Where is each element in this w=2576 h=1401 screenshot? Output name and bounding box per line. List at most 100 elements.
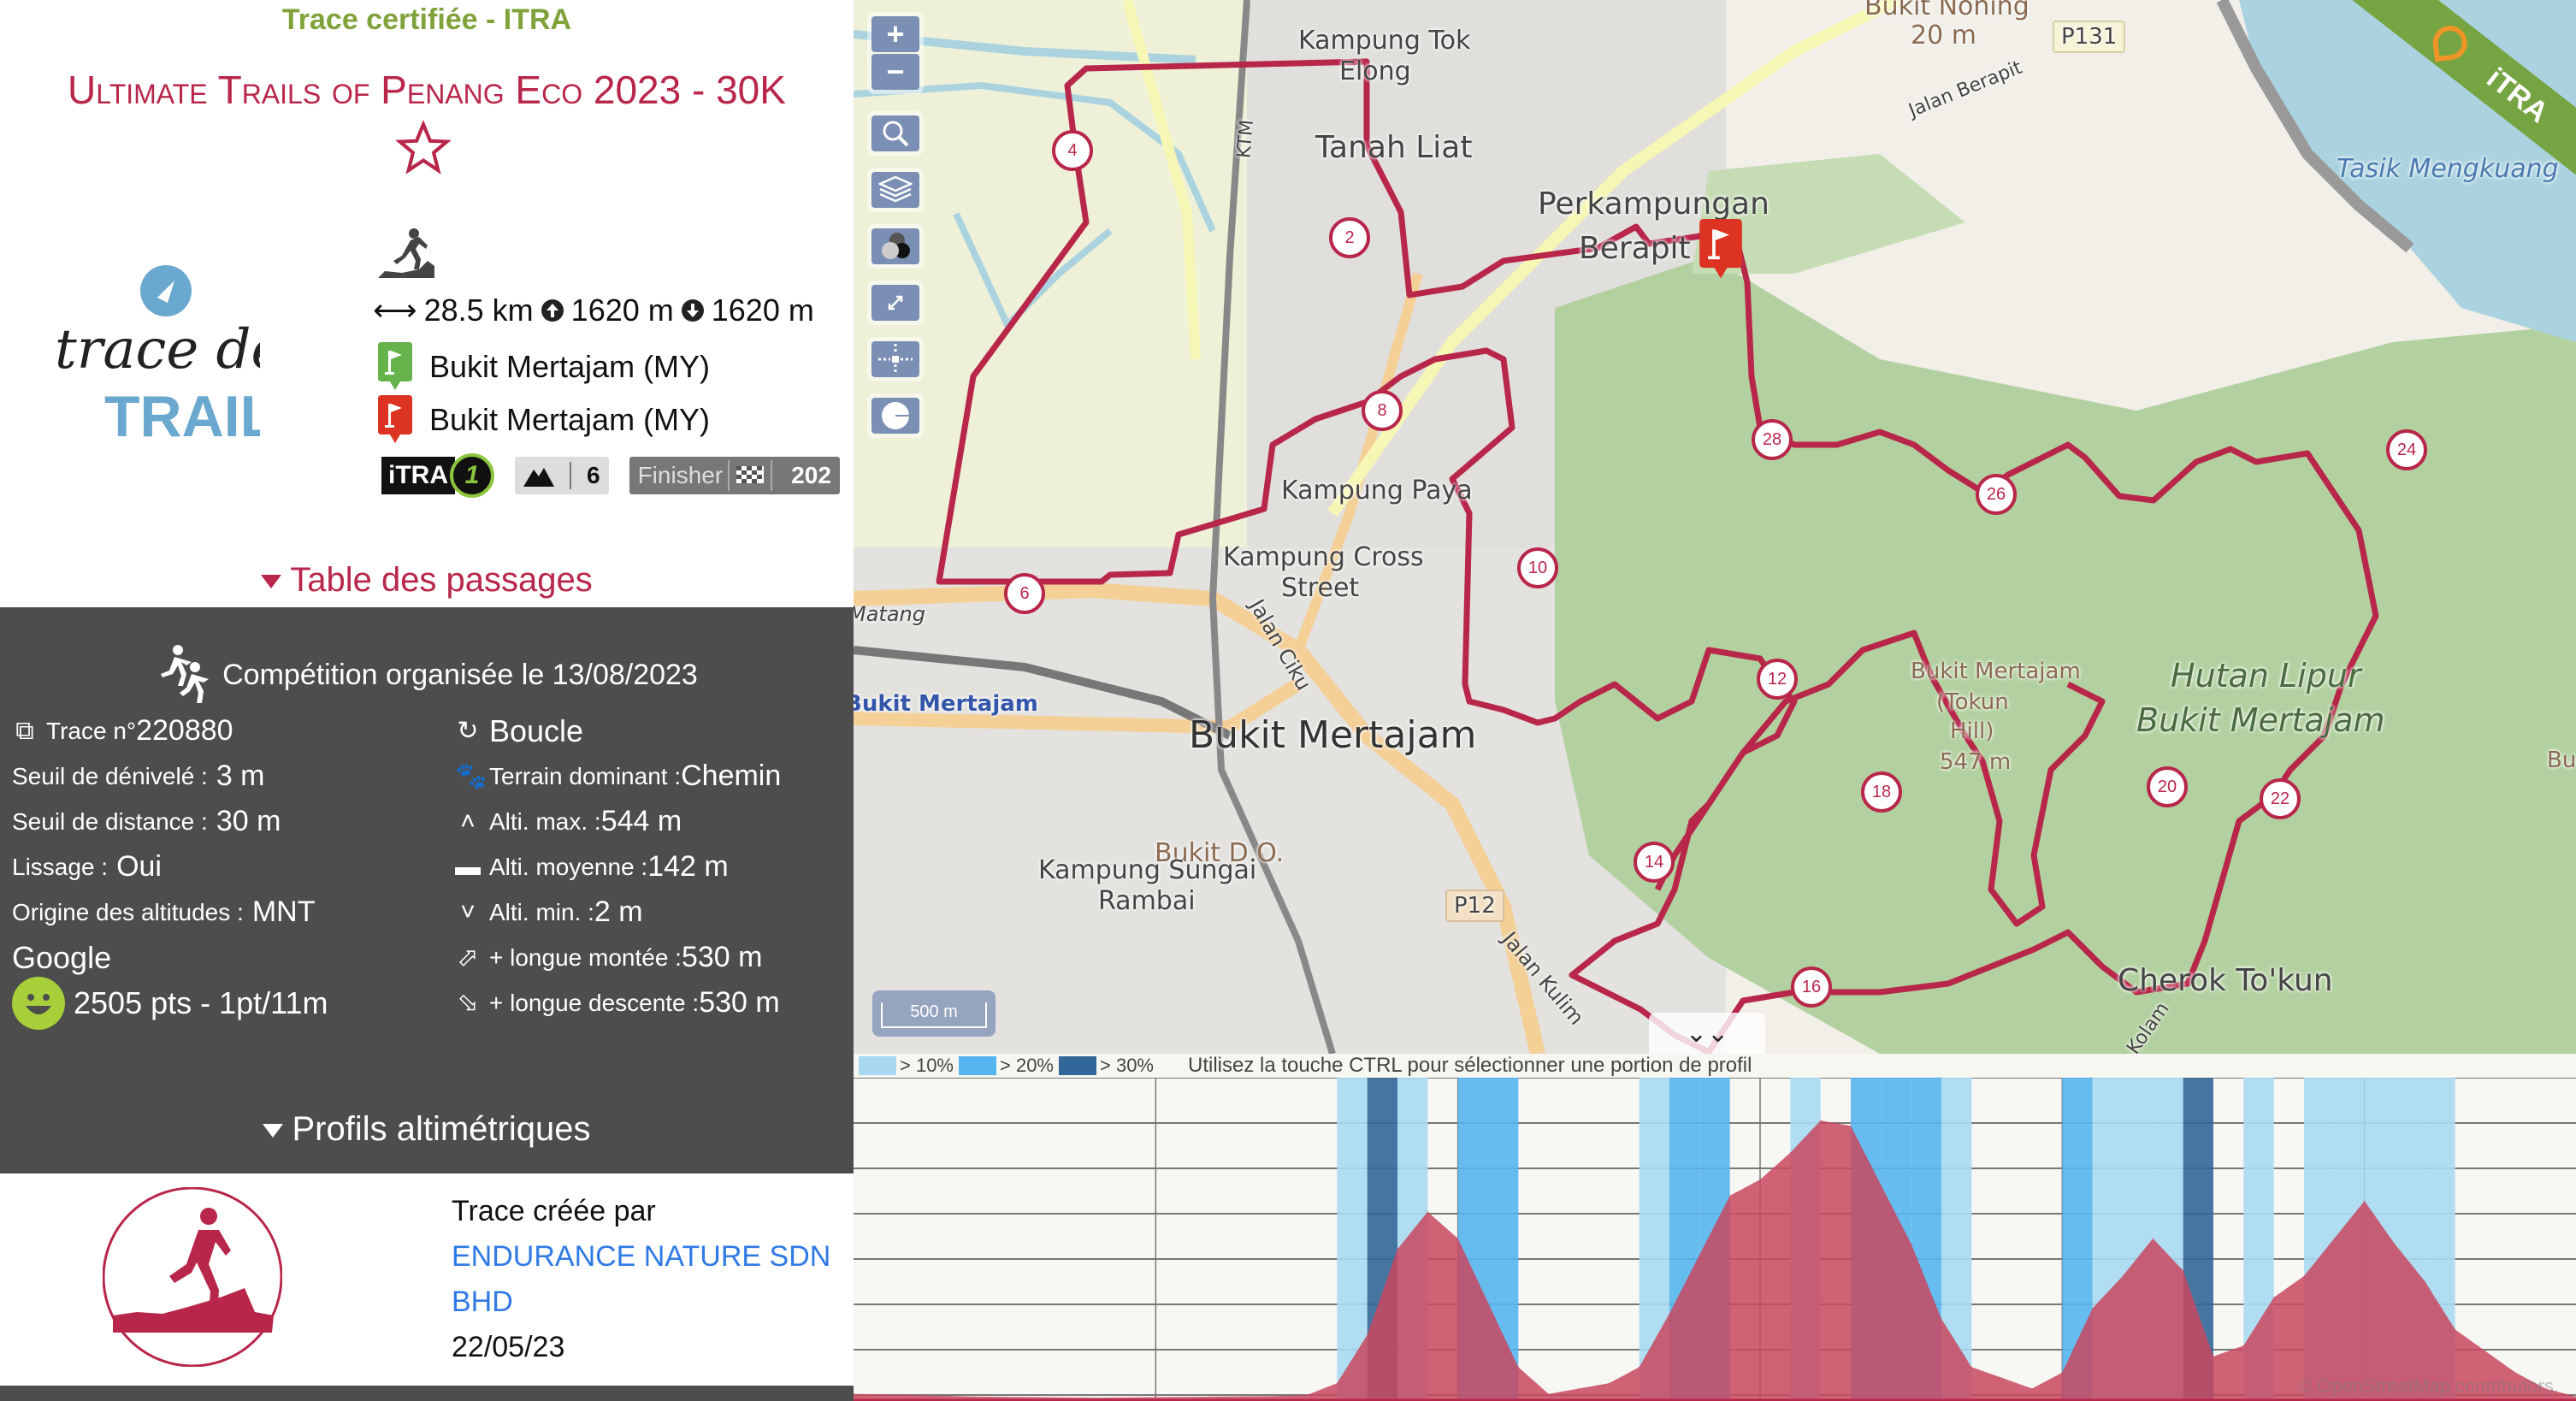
descent-icon xyxy=(681,299,704,322)
checkpoint-marker[interactable]: 22 xyxy=(2260,778,2301,819)
elevation-profile[interactable]: > 10% > 20% > 30% Utilisez la touche CTR… xyxy=(854,1054,2576,1401)
terrain-label: Terrain dominant : xyxy=(489,763,682,789)
checkpoint-marker[interactable]: 12 xyxy=(1757,659,1798,700)
pie-control xyxy=(867,393,924,438)
checkpoint-marker[interactable]: 8 xyxy=(1362,390,1403,431)
checkpoint-marker[interactable]: 10 xyxy=(1517,547,1558,588)
loop-icon: ↻ xyxy=(457,717,479,745)
checkered-flag-icon xyxy=(736,466,765,483)
map-label: Tasik Mengkuang xyxy=(2337,154,2559,184)
checkpoint-marker[interactable]: 26 xyxy=(1976,474,2017,515)
creator-name-link-2[interactable]: BHD xyxy=(452,1280,830,1325)
zoom-in-button[interactable]: + xyxy=(871,16,919,52)
elevation-point xyxy=(2061,1372,2063,1374)
itra-badge[interactable]: iTRA 1 xyxy=(381,453,494,498)
checkpoint-marker[interactable]: 16 xyxy=(1791,967,1832,1008)
map-label: Bukit Mertajam xyxy=(1911,659,2081,684)
zoom-out-button[interactable]: − xyxy=(871,54,919,90)
arrow-up-right-icon: ⬀ xyxy=(457,943,479,972)
map-label-station: Bukit Mertajam xyxy=(854,691,1038,717)
mountain-level-badge[interactable]: 6 xyxy=(515,457,609,494)
contrast-button[interactable] xyxy=(871,228,919,264)
elevation-point xyxy=(1578,1387,1580,1389)
map-label: Bul xyxy=(2547,748,2576,773)
map-label: Hill) xyxy=(1950,718,1994,744)
checkpoint-marker[interactable]: 6 xyxy=(1004,573,1045,614)
trace-number-row[interactable]: ⧉ Trace n° 220880 xyxy=(12,708,328,754)
longest-climb-row: ⬀ + longue montée : 530 m xyxy=(455,935,781,980)
search-control xyxy=(867,111,924,156)
map-label: Kampung Sungai xyxy=(1038,855,1257,885)
map-view[interactable]: Kampung Tok Elong Tanah Liat Perkampunga… xyxy=(854,0,2576,1054)
road-shield-p131: P131 xyxy=(2053,21,2126,53)
map-label: Hutan Lipur xyxy=(2171,657,2361,695)
profiles-label: Profils altimétriques xyxy=(292,1110,591,1148)
checkpoint-marker[interactable]: 18 xyxy=(1861,771,1902,813)
start-flag-icon xyxy=(378,342,412,390)
badge-separator xyxy=(728,460,730,491)
creator-name-link[interactable]: ENDURANCE NATURE SDN xyxy=(452,1234,830,1280)
alt-avg-row: ▬ Alti. moyenne : 142 m xyxy=(455,844,781,890)
expand-icon xyxy=(888,295,903,310)
elevation-point xyxy=(2152,1238,2154,1239)
finish-location: Bukit Mertajam (MY) xyxy=(376,395,710,445)
double-chevron-down-icon: ⌄⌄ xyxy=(1685,1019,1729,1048)
start-finish-flag-marker[interactable] xyxy=(1693,219,1748,281)
checkpoint-marker[interactable]: 20 xyxy=(2147,766,2188,807)
star-outline-icon[interactable] xyxy=(395,120,452,176)
finish-location-name: Bukit Mertajam (MY) xyxy=(429,402,711,437)
altitude-source-value: Google xyxy=(12,940,112,975)
map-label: Matang xyxy=(854,602,925,626)
smoothing-value: Oui xyxy=(116,850,162,883)
distance-threshold-label: Seuil de distance : xyxy=(12,808,208,835)
finish-flag-icon xyxy=(378,395,412,443)
elevation-point xyxy=(913,1394,915,1396)
chevron-down-icon: ˅ xyxy=(460,898,476,926)
alt-min-label: Alti. min. : xyxy=(489,899,594,925)
competition-text: Compétition organisée le 13/08/2023 xyxy=(222,658,698,691)
checkpoint-marker[interactable]: 2 xyxy=(1329,217,1370,258)
map-label: 20 m xyxy=(1911,21,1976,50)
creator-text: Trace créée par ENDURANCE NATURE SDN BHD… xyxy=(452,1189,830,1370)
alt-avg-value: 142 m xyxy=(647,850,729,883)
pie-chart-icon xyxy=(882,402,909,429)
elevation-point xyxy=(1336,1382,1338,1384)
elevation-point xyxy=(2242,1345,2244,1346)
longest-descent-row: ⬂ + longue descente : 530 m xyxy=(455,980,781,1026)
search-button[interactable] xyxy=(871,115,919,151)
fullscreen-button[interactable] xyxy=(871,285,919,321)
road-shield-p12: P12 xyxy=(1445,890,1504,922)
table-des-passages-toggle[interactable]: Table des passages xyxy=(0,561,854,600)
share-icon: ⧉ xyxy=(15,717,34,745)
profils-altimetriques-toggle[interactable]: Profils altimétriques xyxy=(0,1110,854,1149)
arrow-down-right-icon: ⬂ xyxy=(457,989,479,1017)
layers-icon xyxy=(878,175,913,203)
elevation-point xyxy=(1608,1382,1610,1384)
finisher-badge[interactable]: Finisher 202 xyxy=(629,457,840,494)
map-label-town: Bukit Mertajam xyxy=(1189,713,1477,757)
mountain-level-value: 6 xyxy=(587,462,600,488)
checkpoint-marker[interactable]: 24 xyxy=(2386,429,2427,470)
pie-button[interactable] xyxy=(871,398,919,434)
elevation-point xyxy=(973,1396,975,1398)
finisher-count: 202 xyxy=(791,462,831,488)
distance-elevation-summary: ⟷ 28.5 km 1620 m 1620 m xyxy=(373,293,814,328)
scale-label: 500 m xyxy=(881,1002,987,1028)
elevation-point xyxy=(1215,1396,1217,1398)
center-control xyxy=(867,337,924,381)
elevation-point xyxy=(1034,1396,1036,1398)
checkpoint-marker[interactable]: 28 xyxy=(1752,419,1793,460)
points-row: 2505 pts - 1pt/11m xyxy=(12,976,328,1030)
longest-climb-label: + longue montée : xyxy=(489,944,682,971)
start-location: Bukit Mertajam (MY) xyxy=(376,342,710,392)
collapse-profile-button[interactable]: ⌄⌄ xyxy=(1649,1013,1765,1054)
map-label: (Tokun xyxy=(1936,689,2009,715)
map-scale: 500 m xyxy=(872,990,996,1037)
checkpoint-marker[interactable]: 4 xyxy=(1052,130,1093,171)
center-button[interactable] xyxy=(871,341,919,377)
profile-chart[interactable] xyxy=(854,1078,2576,1401)
checkpoint-marker[interactable]: 14 xyxy=(1634,842,1675,883)
elevation-point xyxy=(1276,1395,1278,1397)
layers-button[interactable] xyxy=(871,172,919,208)
ascent-icon xyxy=(541,299,564,322)
